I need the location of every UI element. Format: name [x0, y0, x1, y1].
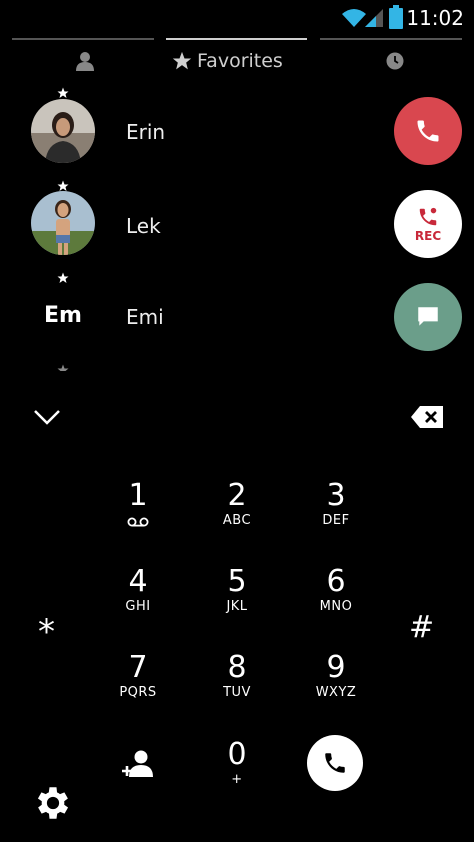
- key-digit: 9: [326, 650, 346, 685]
- key-letters: DEF: [322, 513, 350, 528]
- voicemail-icon: [127, 517, 149, 527]
- key-letters: TUV: [223, 685, 251, 700]
- contact-name: Emi: [126, 305, 164, 329]
- contact-name: Erin: [126, 120, 166, 144]
- contact-initials: Em: [44, 303, 82, 328]
- record-label: REC: [414, 228, 442, 243]
- favorite-contact-erin[interactable]: Erin: [0, 96, 380, 168]
- contact-name: Lek: [126, 214, 161, 238]
- dialpad-key-7[interactable]: 7 PQRS: [93, 650, 183, 701]
- star-icon: [172, 51, 192, 70]
- dialpad-key-9[interactable]: 9 WXYZ: [291, 650, 381, 701]
- key-digit: 2: [227, 478, 247, 513]
- call-button[interactable]: [394, 97, 462, 165]
- tab-favorites-label: Favorites: [197, 50, 283, 72]
- dialpad-key-0[interactable]: 0 +: [192, 737, 282, 788]
- key-letters: MNO: [319, 599, 353, 614]
- dial-button[interactable]: [307, 735, 363, 791]
- key-letters: GHI: [125, 599, 151, 614]
- status-bar: 11:02: [0, 0, 474, 34]
- tab-recents[interactable]: [320, 40, 462, 80]
- key-digit: 7: [128, 650, 148, 685]
- key-digit: 8: [227, 650, 247, 685]
- key-letters: WXYZ: [315, 685, 357, 700]
- key-digit: 0: [227, 737, 247, 772]
- key-letters: JKL: [226, 599, 248, 614]
- chevron-down-icon[interactable]: [32, 408, 62, 426]
- key-letters: PQRS: [119, 685, 157, 700]
- dialpad-key-8[interactable]: 8 TUV: [192, 650, 282, 701]
- avatar: [31, 191, 95, 255]
- key-digit: 5: [227, 564, 247, 599]
- tab-contacts[interactable]: [12, 40, 154, 80]
- dialpad-key-hash[interactable]: #: [409, 610, 434, 645]
- battery-icon: [389, 5, 403, 29]
- clock-icon: [386, 52, 404, 70]
- dialpad-key-3[interactable]: 3 DEF: [291, 478, 381, 529]
- favorite-star-icon: [57, 364, 69, 371]
- signal-icon: [365, 9, 383, 27]
- tab-favorites[interactable]: Favorites: [166, 40, 307, 80]
- backspace-icon[interactable]: [410, 405, 444, 429]
- key-letters: ABC: [222, 513, 252, 528]
- dialpad-key-1[interactable]: 1: [93, 479, 183, 532]
- dialpad-key-star[interactable]: *: [38, 612, 55, 652]
- favorite-star-icon: [57, 272, 69, 283]
- dialpad-key-4[interactable]: 4 GHI: [93, 564, 183, 615]
- key-letters: +: [231, 772, 243, 787]
- dialpad-key-5[interactable]: 5 JKL: [192, 564, 282, 615]
- dialpad-key-2[interactable]: 2 ABC: [192, 478, 282, 529]
- settings-gear-icon[interactable]: [32, 782, 74, 824]
- favorite-contact-emi[interactable]: Em Emi: [0, 286, 380, 350]
- phone-icon: [325, 753, 345, 773]
- phone-record-icon: [419, 207, 437, 225]
- message-icon: [418, 307, 438, 326]
- clock: 11:02: [406, 6, 464, 30]
- add-contact-icon[interactable]: [120, 749, 154, 779]
- phone-icon: [417, 120, 439, 142]
- person-icon: [76, 52, 94, 71]
- key-digit: 3: [326, 478, 346, 513]
- dialpad-key-6[interactable]: 6 MNO: [291, 564, 381, 615]
- key-digit: 6: [326, 564, 346, 599]
- message-button[interactable]: [394, 283, 462, 351]
- record-call-button[interactable]: REC: [394, 190, 462, 258]
- favorite-contact-lek[interactable]: Lek: [0, 189, 380, 261]
- avatar: [31, 99, 95, 163]
- key-digit: 4: [128, 564, 148, 599]
- key-digit: 1: [128, 478, 148, 513]
